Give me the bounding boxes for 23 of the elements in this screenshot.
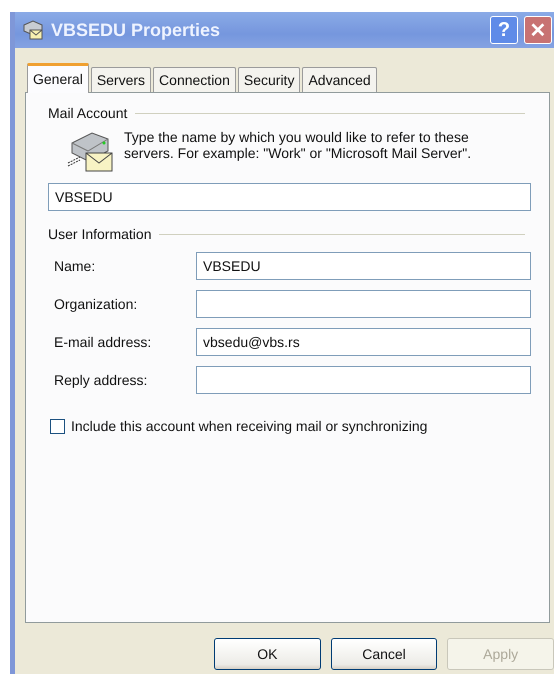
tab[interactable]: Servers [90, 67, 152, 92]
tab[interactable]: Connection [153, 67, 236, 92]
input-field[interactable] [196, 366, 531, 394]
input-field[interactable]: VBSEDU [196, 252, 531, 280]
dialog-button[interactable]: OK [214, 638, 321, 670]
group-heading: User Information [48, 226, 152, 242]
input-field[interactable]: vbsedu@vbs.rs [196, 328, 531, 356]
description-text: Type the name by which you would like to refer to these servers. For example: "Work" or "Microsoft Mail Server". [124, 129, 472, 163]
checkbox[interactable] [50, 418, 65, 434]
mail-server-icon [21, 18, 45, 42]
dialog-button[interactable]: Cancel [330, 638, 438, 670]
checkbox-label: Include this account when receiving mail or synchronizing [71, 418, 428, 434]
window-title: VBSEDU Properties [51, 20, 222, 40]
field-label: Reply address: [54, 372, 148, 388]
tab[interactable]: General [27, 63, 89, 93]
account-name-field[interactable]: VBSEDU [48, 183, 531, 211]
field-label: Name: [54, 258, 96, 274]
tab[interactable]: Advanced [302, 67, 377, 92]
field-label: E-mail address: [54, 334, 152, 350]
input-field[interactable] [196, 290, 531, 318]
field-label: Organization: [54, 296, 138, 312]
tab[interactable]: Security [238, 67, 300, 92]
group-heading: Mail Account [48, 105, 128, 121]
